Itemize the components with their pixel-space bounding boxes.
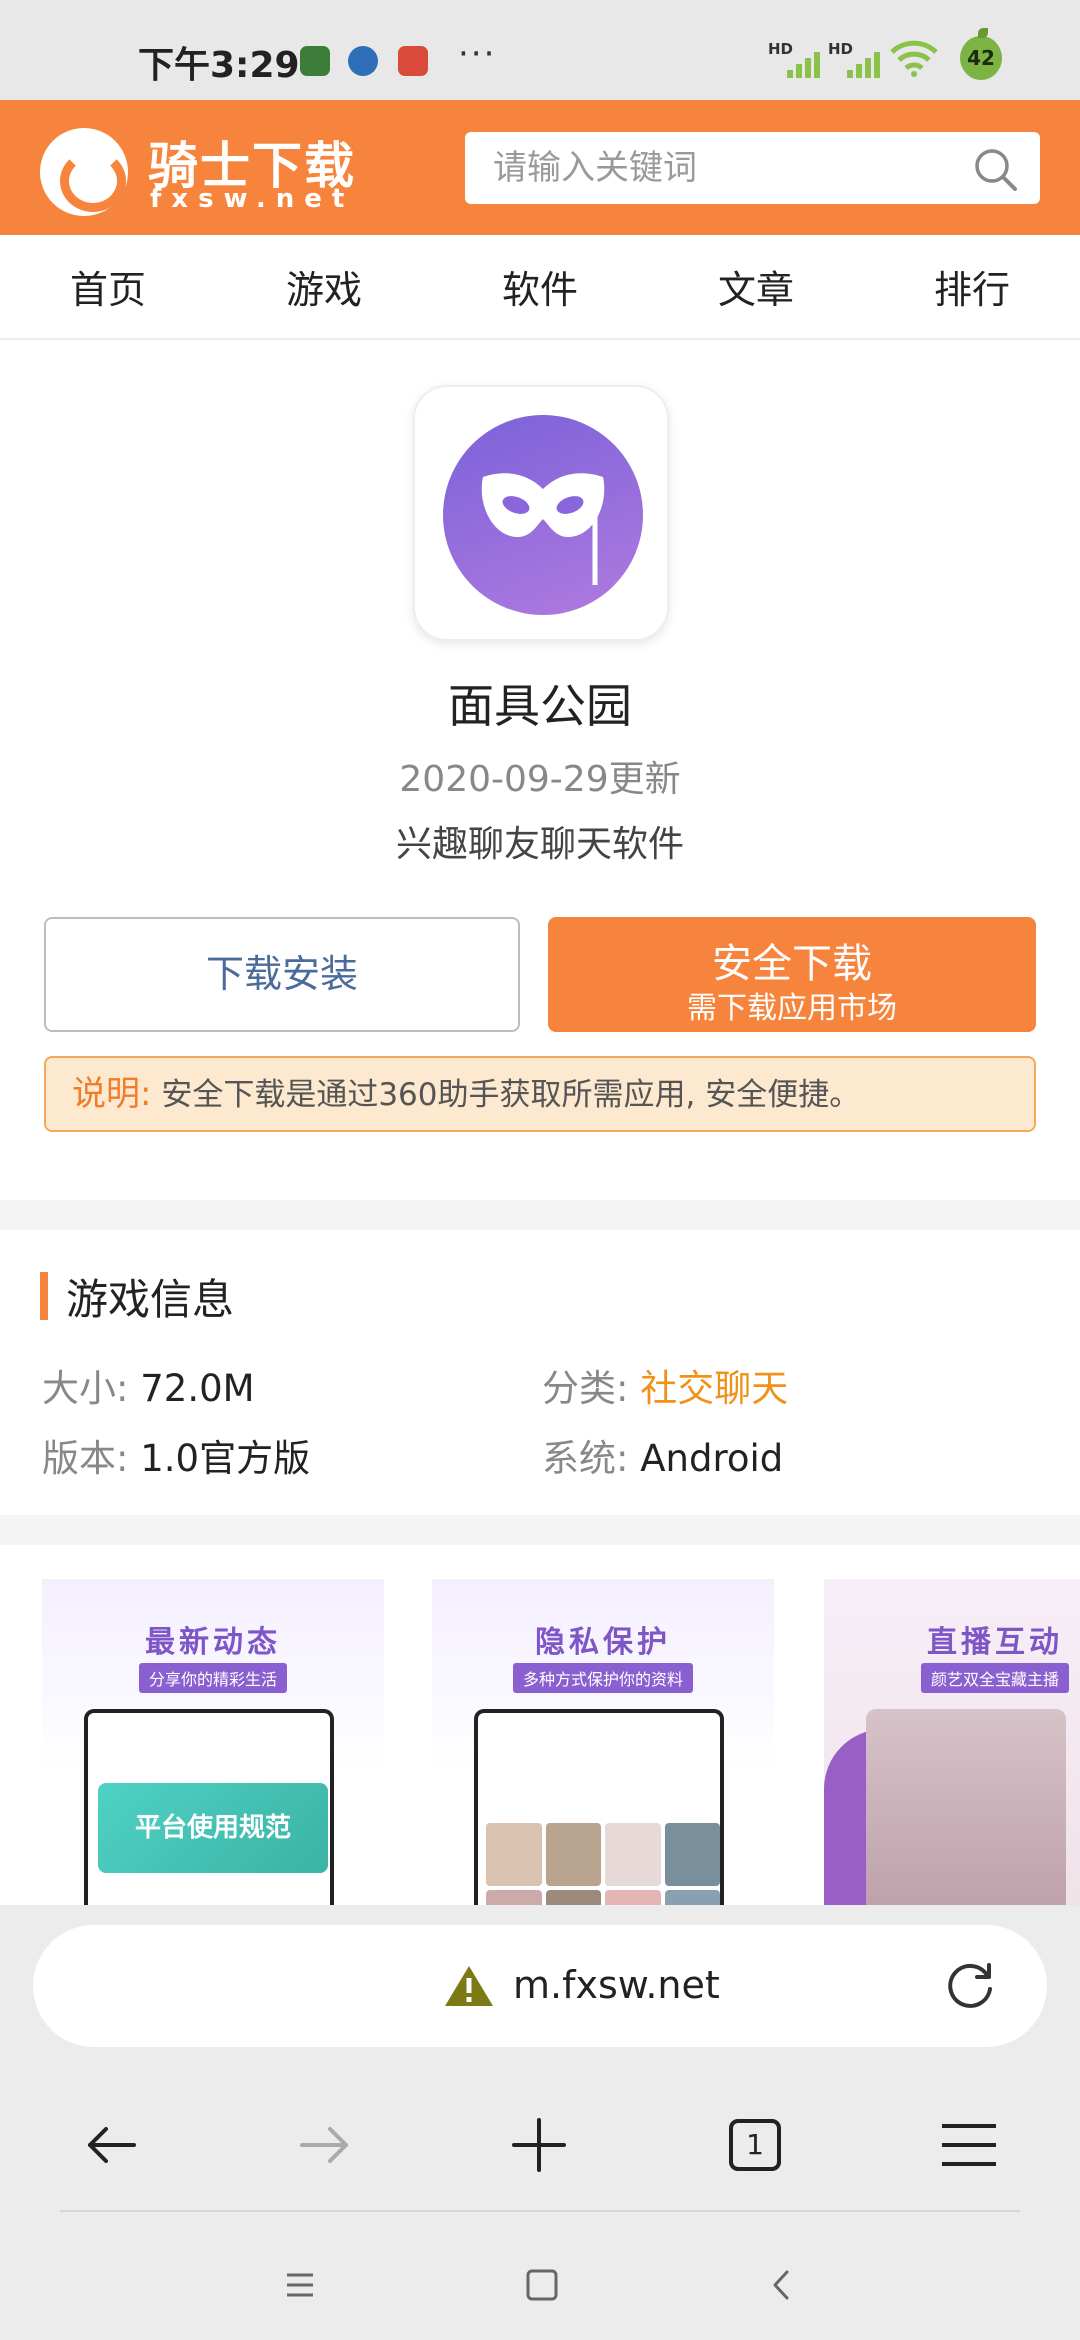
site-logo-icon[interactable] [40,128,128,216]
notification-app-icon [348,46,378,76]
screenshot-1[interactable]: 最新动态 分享你的精彩生活 平台使用规范 [42,1579,384,1905]
tabs-button[interactable]: 1 [720,2110,790,2180]
search-input[interactable] [493,132,963,204]
url-text[interactable]: m.fxsw.net [513,1963,720,2007]
mask-icon [443,415,643,615]
app-name: 面具公园 [448,679,632,733]
site-logo-domain: fxsw.net [150,184,355,214]
screenshot-2[interactable]: 隐私保护 多种方式保护你的资料 [432,1579,774,1905]
app-icon [413,385,669,641]
back-icon[interactable] [76,2110,146,2180]
status-bar: 下午3:29 ··· HD HD 42 [0,0,1080,100]
signal-icon: HD [828,40,880,80]
safe-download-sublabel: 需下载应用市场 [687,991,897,1026]
nav-item-articles[interactable]: 文章 [718,259,794,314]
screenshot-3[interactable]: 直播互动 颜艺双全宝藏主播 [824,1579,1080,1905]
section-title: 游戏信息 [66,1275,235,1324]
download-install-button[interactable]: 下载安装 [44,917,520,1032]
system-back-icon[interactable] [757,2260,807,2310]
nav-item-home[interactable]: 首页 [70,259,146,314]
section-accent-bar [40,1272,48,1320]
signal-icon: HD [768,40,820,80]
address-bar[interactable]: m.fxsw.net [33,1925,1047,2047]
info-category: 分类: 社交聊天 [542,1367,789,1410]
browser-toolbar: m.fxsw.net 1 [0,1905,1080,2340]
download-notice: 说明: 安全下载是通过360助手获取所需应用, 安全便捷。 [44,1056,1036,1132]
app-update-date: 2020-09-29更新 [399,759,681,800]
app-description: 兴趣聊友聊天软件 [395,824,684,865]
tab-count: 1 [746,2128,764,2161]
info-version: 版本: 1.0官方版 [42,1437,311,1480]
info-size: 大小: 72.0M [42,1367,255,1410]
nav-item-ranking[interactable]: 排行 [934,259,1010,314]
game-info-section: 游戏信息 大小: 72.0M 分类: 社交聊天 版本: 1.0官方版 系统: A… [0,1230,1080,1515]
nav-item-software[interactable]: 软件 [502,259,578,314]
system-home-icon[interactable] [517,2260,567,2310]
app-detail-card: 面具公园 2020-09-29更新 兴趣聊友聊天软件 下载安装 安全下载 需下载… [0,340,1080,1200]
main-nav: 首页 游戏 软件 文章 排行 [0,235,1080,340]
more-notifications-icon: ··· [458,34,497,74]
category-link[interactable]: 社交聊天 [640,1367,788,1410]
safe-download-label: 安全下载 [712,941,872,987]
wifi-icon [890,40,938,77]
notice-text: 安全下载是通过360助手获取所需应用, 安全便捷。 [151,1077,861,1113]
screenshot-gallery[interactable]: 最新动态 分享你的精彩生活 平台使用规范 隐私保护 多种方式保护你的资料 直播互… [0,1545,1080,1905]
notification-app-icon [398,46,428,76]
nav-item-games[interactable]: 游戏 [286,259,362,314]
menu-icon[interactable] [934,2110,1004,2180]
safe-download-button[interactable]: 安全下载 需下载应用市场 [548,917,1036,1032]
site-header: 骑士下载 fxsw.net [0,100,1080,235]
search-icon[interactable] [972,146,1018,192]
system-menu-icon[interactable] [275,2260,325,2310]
reload-icon[interactable] [943,1959,997,2013]
notice-label: 说明: [72,1074,152,1114]
battery-icon: 42 [960,28,1002,80]
notification-app-icon [300,46,330,76]
new-tab-icon[interactable] [504,2110,574,2180]
status-time: 下午3:29 [138,45,300,86]
warning-icon[interactable] [443,1963,495,2009]
search-box[interactable] [465,132,1040,204]
forward-icon [300,2127,348,2163]
toolbar-divider [60,2210,1020,2212]
info-system: 系统: Android [542,1437,784,1480]
